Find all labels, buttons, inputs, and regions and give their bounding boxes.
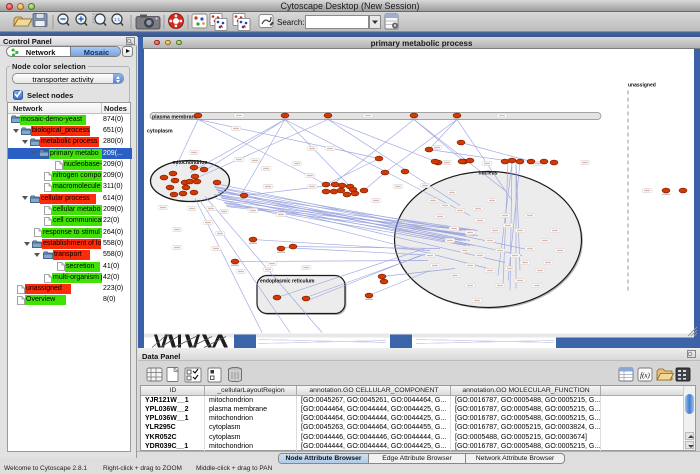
svg-text:mitochondrion: mitochondrion bbox=[173, 160, 208, 166]
svg-text:1:1: 1:1 bbox=[114, 17, 121, 22]
svg-text:cytoplasm: cytoplasm bbox=[147, 128, 173, 134]
svg-text:nucleus: nucleus bbox=[479, 170, 498, 176]
svg-text:endoplasmic reticulum: endoplasmic reticulum bbox=[260, 278, 315, 284]
svg-text:plasma membrane: plasma membrane bbox=[152, 114, 198, 120]
svg-text:f(x): f(x) bbox=[640, 371, 650, 379]
svg-text:unassigned: unassigned bbox=[628, 82, 656, 88]
